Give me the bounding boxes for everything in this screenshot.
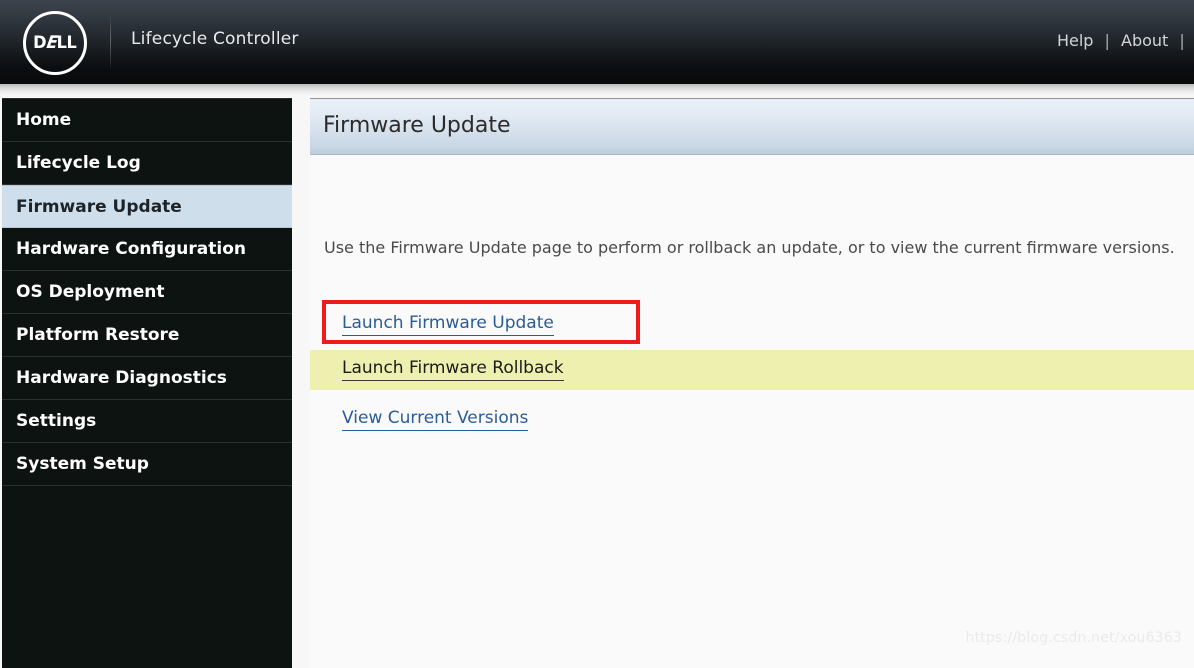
- header-shadow: [0, 84, 1194, 95]
- sidebar-navigation: Home Lifecycle Log Firmware Update Hardw…: [2, 98, 292, 668]
- content-body: Use the Firmware Update page to perform …: [310, 155, 1194, 668]
- launch-firmware-rollback-link[interactable]: Launch Firmware Rollback: [342, 358, 564, 381]
- header-separator-2: |: [1179, 31, 1185, 50]
- page-title: Firmware Update: [323, 113, 511, 138]
- annotation-highlight-box: [322, 300, 640, 344]
- header-link-group: Help | About | E: [1057, 31, 1194, 50]
- dell-logo-text: DELL: [33, 32, 77, 53]
- launch-firmware-rollback-row: Launch Firmware Rollback: [310, 350, 1194, 390]
- sidebar-item-hardware-configuration[interactable]: Hardware Configuration: [2, 228, 292, 271]
- about-link[interactable]: About: [1121, 31, 1168, 50]
- view-current-versions-link[interactable]: View Current Versions: [342, 408, 529, 431]
- help-link[interactable]: Help: [1057, 31, 1093, 50]
- sidebar-item-home[interactable]: Home: [2, 99, 292, 142]
- page-description: Use the Firmware Update page to perform …: [324, 238, 1175, 257]
- sidebar-item-platform-restore[interactable]: Platform Restore: [2, 314, 292, 357]
- sidebar-item-lifecycle-log[interactable]: Lifecycle Log: [2, 142, 292, 185]
- sidebar-item-firmware-update[interactable]: Firmware Update: [2, 185, 292, 228]
- sidebar-item-system-setup[interactable]: System Setup: [2, 443, 292, 486]
- content-titlebar: Firmware Update: [310, 99, 1194, 155]
- view-current-versions-row: View Current Versions: [310, 400, 1194, 440]
- app-header: DELL Lifecycle Controller Help | About |…: [0, 0, 1194, 84]
- lifecycle-controller-window: DELL Lifecycle Controller Help | About |…: [0, 0, 1194, 668]
- header-separator-1: |: [1104, 31, 1110, 50]
- sidebar-item-settings[interactable]: Settings: [2, 400, 292, 443]
- watermark-text: https://blog.csdn.net/xou6363: [965, 630, 1182, 646]
- sidebar-item-hardware-diagnostics[interactable]: Hardware Diagnostics: [2, 357, 292, 400]
- content-panel: Firmware Update Use the Firmware Update …: [310, 98, 1194, 668]
- sidebar-item-os-deployment[interactable]: OS Deployment: [2, 271, 292, 314]
- dell-logo: DELL: [23, 11, 87, 75]
- app-title: Lifecycle Controller: [131, 29, 299, 49]
- header-divider: [110, 16, 111, 69]
